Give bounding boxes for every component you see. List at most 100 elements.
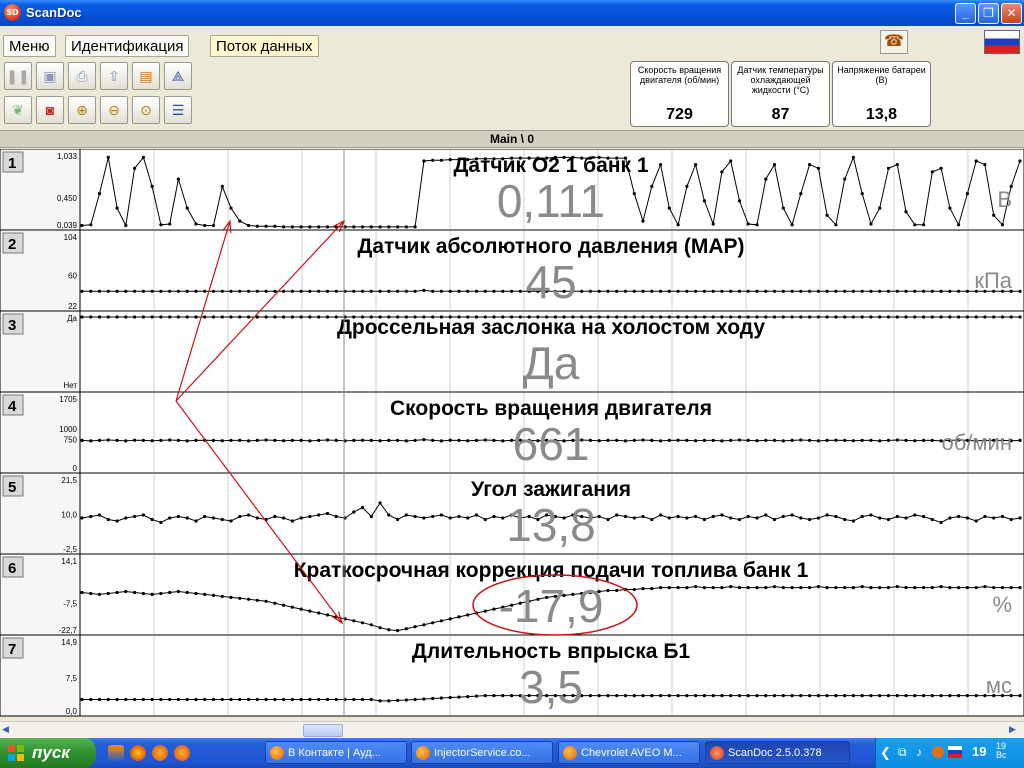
record-button[interactable]: ◙ — [36, 96, 64, 124]
data-point — [694, 694, 698, 698]
data-point — [466, 695, 470, 699]
task-injectorservice[interactable]: InjectorService.co... — [411, 741, 553, 764]
panel-number: 7 — [8, 641, 16, 658]
network-icon[interactable]: ⧉ — [898, 745, 907, 760]
tab-menu[interactable]: Меню — [3, 35, 56, 57]
tree-button[interactable]: ⟁ — [164, 62, 192, 90]
scroll-right-icon[interactable]: ▶ — [1009, 724, 1022, 737]
data-point — [650, 184, 654, 188]
data-point — [334, 438, 338, 442]
data-point — [667, 586, 671, 590]
quicklaunch-firefox-icon[interactable] — [152, 745, 168, 761]
zoom-fit-button[interactable]: ⊙ — [132, 96, 160, 124]
quicklaunch-opera-icon[interactable] — [130, 745, 146, 761]
task-scandoc[interactable]: ScanDoc 2.5.0.378 — [705, 741, 850, 764]
y-tick-label: -2,5 — [63, 545, 77, 554]
pause-button[interactable]: ❚❚ — [4, 62, 32, 90]
quicklaunch-media-icon[interactable] — [108, 745, 124, 761]
russia-flag-icon[interactable] — [984, 30, 1020, 54]
data-point — [1000, 586, 1005, 590]
data-point — [930, 289, 934, 293]
phone-button[interactable]: ☎ — [880, 30, 908, 54]
scroll-thumb[interactable] — [303, 724, 343, 737]
panel-number: 6 — [8, 560, 16, 577]
data-point — [159, 289, 163, 293]
data-point — [641, 289, 645, 293]
data-point — [203, 514, 207, 519]
language-icon[interactable] — [948, 746, 962, 758]
data-point — [150, 289, 154, 293]
data-point — [404, 513, 408, 517]
data-point — [89, 315, 93, 319]
close-button[interactable]: ✕ — [1001, 3, 1022, 24]
data-point — [772, 585, 777, 589]
volume-icon[interactable]: ♪ — [916, 745, 922, 759]
data-point — [168, 697, 172, 702]
data-point — [615, 438, 619, 442]
y-tick-label: 104 — [64, 233, 78, 242]
data-stream-charts[interactable]: 1 1,033 0,450 0,039 Датчик О2 1 банк 1 0,111 В… — [0, 149, 1024, 717]
data-point — [360, 621, 365, 625]
clock-day: 19 Вс — [996, 742, 1007, 760]
print-button[interactable]: ⎙ — [68, 62, 96, 90]
tab-identification[interactable]: Идентификация — [65, 35, 190, 57]
tray-expand-icon[interactable]: ❮ — [880, 745, 891, 761]
data-point — [913, 694, 917, 698]
data-point — [659, 289, 663, 293]
data-point — [1009, 586, 1013, 590]
quicklaunch-browser-icon[interactable] — [174, 745, 190, 761]
export-button[interactable]: ⇪ — [100, 62, 128, 90]
data-point — [220, 594, 224, 598]
data-point — [317, 289, 321, 293]
title-bar[interactable]: SD ScanDoc _ ❐ ✕ — [0, 0, 1024, 26]
data-point — [369, 289, 373, 293]
data-point — [676, 586, 680, 590]
charts-svg[interactable]: 1 1,033 0,450 0,039 Датчик О2 1 банк 10,111 В… — [0, 149, 1024, 717]
open-folder-button[interactable]: ▤ — [132, 62, 160, 90]
horizontal-scrollbar[interactable]: ◀ ▶ — [0, 721, 1024, 738]
data-point — [378, 289, 382, 293]
panel-unit: об/мин — [941, 430, 1012, 455]
task-chevrolet-aveo[interactable]: Chevrolet AVEO M... — [558, 741, 700, 764]
y-tick-label: 60 — [68, 272, 77, 281]
data-point — [965, 289, 970, 293]
data-point — [843, 289, 847, 293]
data-point — [834, 586, 838, 590]
data-point — [825, 438, 829, 442]
data-point — [895, 438, 899, 442]
start-button[interactable]: пуск — [0, 738, 96, 768]
data-point — [115, 206, 119, 210]
panel-title: Длительность впрыска Б1 — [412, 640, 691, 663]
data-point — [325, 438, 330, 442]
data-point — [737, 199, 742, 203]
zoom-out-button[interactable]: ⊖ — [100, 96, 128, 124]
zoom-in-button[interactable]: ⊕ — [68, 96, 96, 124]
data-point — [825, 289, 829, 293]
data-point — [957, 694, 961, 698]
data-point — [790, 289, 794, 293]
leaf-button[interactable]: ❦ — [4, 96, 32, 124]
data-point — [965, 586, 970, 590]
scroll-left-icon[interactable]: ◀ — [2, 724, 15, 737]
maximize-button[interactable]: ❐ — [978, 3, 999, 24]
data-point — [816, 166, 821, 170]
data-point — [422, 623, 426, 627]
data-point — [220, 289, 224, 293]
clock[interactable]: 19 — [972, 744, 986, 759]
panel-number: 3 — [8, 317, 16, 334]
data-point — [948, 315, 952, 319]
data-point — [808, 315, 812, 319]
save-button[interactable]: ▣ — [36, 62, 64, 90]
y-tick-label: 0 — [73, 464, 78, 473]
data-point — [282, 439, 286, 443]
tray-app-icon[interactable] — [932, 746, 944, 758]
data-point — [781, 514, 785, 519]
tab-data-stream[interactable]: Поток данных — [210, 35, 319, 57]
data-point — [282, 289, 286, 293]
task-vkontakte[interactable]: В Контакте | Ауд... — [265, 741, 407, 764]
minimize-button[interactable]: _ — [955, 3, 976, 24]
list-button[interactable]: ☰ — [164, 96, 192, 124]
data-point — [694, 439, 698, 443]
data-point — [808, 586, 812, 590]
data-point — [141, 513, 145, 517]
